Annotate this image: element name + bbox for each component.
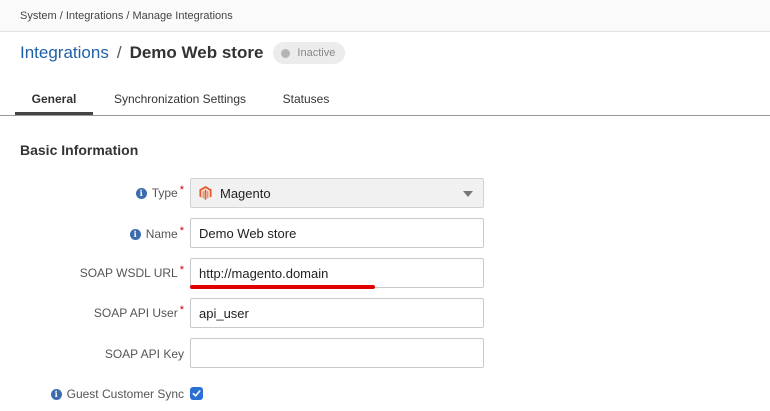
red-underline-annotation: [190, 285, 375, 289]
integration-name-title: Demo Web store: [129, 43, 264, 62]
required-marker: *: [179, 264, 184, 276]
tab-synchronization-settings[interactable]: Synchronization Settings: [100, 84, 260, 115]
type-select[interactable]: Magento: [190, 178, 484, 208]
wsdl-url-input-value: http://magento.domain: [199, 265, 329, 281]
name-input-value: Demo Web store: [199, 225, 297, 241]
integrations-link[interactable]: Integrations: [20, 43, 109, 63]
api-user-label-text: SOAP API User: [93, 306, 178, 320]
breadcrumb: System / Integrations / Manage Integrati…: [20, 10, 233, 22]
title-separator: /: [116, 43, 122, 62]
guest-sync-label: i Guest Customer Sync: [50, 387, 184, 401]
api-user-label: SOAP API User *: [93, 304, 184, 320]
info-icon[interactable]: i: [129, 228, 141, 240]
name-label-text: Name: [145, 227, 178, 241]
wsdl-url-label: SOAP WSDL URL *: [79, 264, 184, 280]
wsdl-url-label-text: SOAP WSDL URL: [79, 266, 178, 280]
breadcrumb-bar: System / Integrations / Manage Integrati…: [0, 0, 770, 32]
section-title: Basic Information: [20, 142, 139, 158]
checkmark-icon: [192, 390, 201, 397]
type-select-value: Magento: [220, 185, 271, 201]
page-title: Integrations / Demo Web store Inactive: [20, 40, 346, 66]
guest-sync-label-text: Guest Customer Sync: [66, 387, 184, 401]
required-marker: *: [179, 304, 184, 316]
api-key-label-text: SOAP API Key: [104, 347, 184, 361]
api-key-input[interactable]: [190, 338, 484, 368]
tab-general[interactable]: General: [15, 84, 93, 115]
guest-sync-checkbox[interactable]: [190, 387, 203, 400]
info-icon[interactable]: i: [50, 388, 62, 400]
magento-logo-icon: [199, 186, 212, 200]
api-user-input-value: api_user: [199, 305, 249, 321]
type-label: i Type *: [135, 184, 184, 200]
tab-statuses[interactable]: Statuses: [270, 84, 342, 115]
wsdl-url-input[interactable]: http://magento.domain: [190, 258, 484, 288]
required-marker: *: [179, 225, 184, 237]
name-label: i Name *: [129, 225, 184, 241]
status-label: Inactive: [297, 47, 336, 59]
info-icon[interactable]: i: [135, 187, 147, 199]
chevron-down-icon[interactable]: [463, 191, 473, 197]
type-label-text: Type: [151, 186, 178, 200]
tab-bar: General Synchronization Settings Statuse…: [0, 84, 770, 116]
required-marker: *: [179, 184, 184, 196]
api-key-label: SOAP API Key: [105, 347, 184, 361]
status-badge: Inactive: [273, 42, 346, 64]
name-input[interactable]: Demo Web store: [190, 218, 484, 248]
status-dot-icon: [281, 48, 291, 58]
api-user-input[interactable]: api_user: [190, 298, 484, 328]
